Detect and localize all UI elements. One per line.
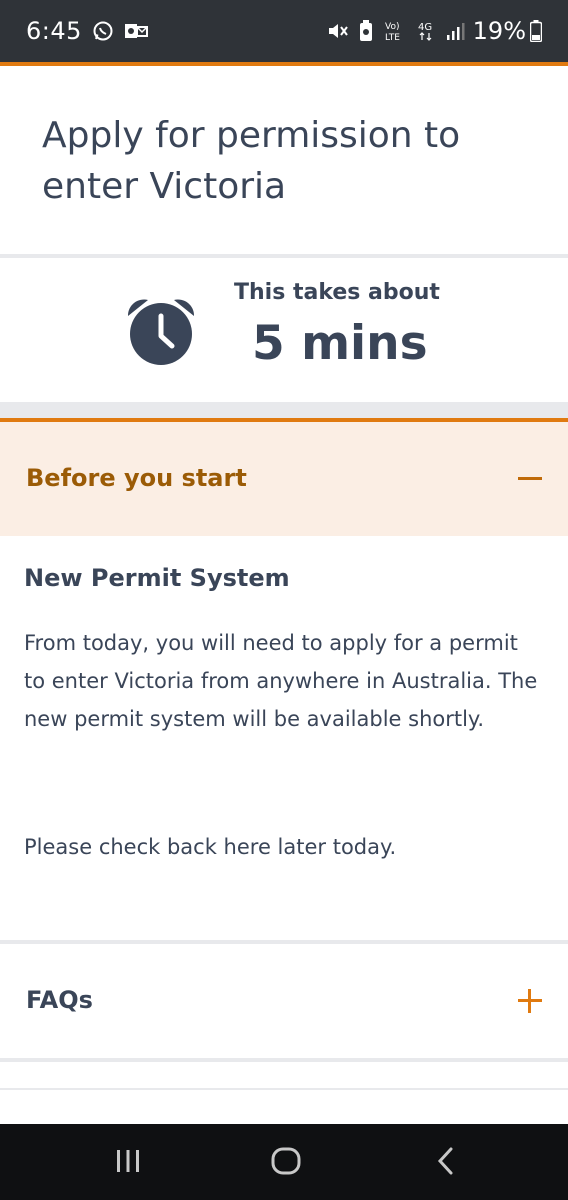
accordion-title: Before you start — [26, 464, 247, 492]
status-bar: 6:45 Vo) LTE 4G 19% — [0, 0, 568, 62]
back-icon[interactable] — [434, 1146, 458, 1180]
divider — [0, 1088, 568, 1090]
svg-text:LTE: LTE — [385, 33, 400, 42]
battery-icon — [530, 20, 542, 42]
svg-text:Vo): Vo) — [385, 22, 399, 32]
estimate-value: 5 mins — [252, 316, 428, 371]
outlook-icon — [124, 21, 148, 41]
accordion-faqs[interactable]: FAQs — [0, 944, 568, 1058]
page-title: Apply for permission to enter Victoria — [42, 115, 461, 207]
time-estimate-section: This takes about 5 mins — [0, 258, 568, 402]
info-paragraph: From today, you will need to apply for a… — [24, 631, 538, 731]
accordion-before-you-start[interactable]: Before you start — [0, 422, 568, 536]
plus-icon[interactable] — [518, 989, 542, 1013]
recent-apps-icon[interactable] — [114, 1146, 142, 1180]
info-paragraph-check-back: Please check back here later today. — [24, 835, 397, 859]
signal-icon — [445, 21, 465, 41]
battery-percent: 19% — [472, 17, 526, 45]
4g-icon: 4G — [417, 20, 435, 42]
mute-icon — [327, 21, 349, 41]
divider — [0, 1058, 568, 1062]
section-subtitle: New Permit System — [24, 564, 290, 592]
volte-icon: Vo) LTE — [383, 20, 407, 42]
estimate-label: This takes about — [234, 280, 440, 305]
svg-text:4G: 4G — [418, 22, 432, 33]
home-icon[interactable] — [270, 1146, 302, 1180]
section-gap — [0, 402, 568, 418]
accordion-content: New Permit System From today, you will n… — [0, 536, 568, 940]
title-section: Apply for permission to enter Victoria — [0, 66, 568, 254]
whatsapp-icon — [92, 20, 114, 42]
alarm-clock-icon — [124, 294, 198, 370]
faqs-title: FAQs — [26, 986, 93, 1014]
minus-icon[interactable] — [518, 477, 542, 480]
battery-saver-icon — [359, 20, 373, 42]
status-time: 6:45 — [26, 17, 82, 45]
navigation-bar — [0, 1124, 568, 1200]
